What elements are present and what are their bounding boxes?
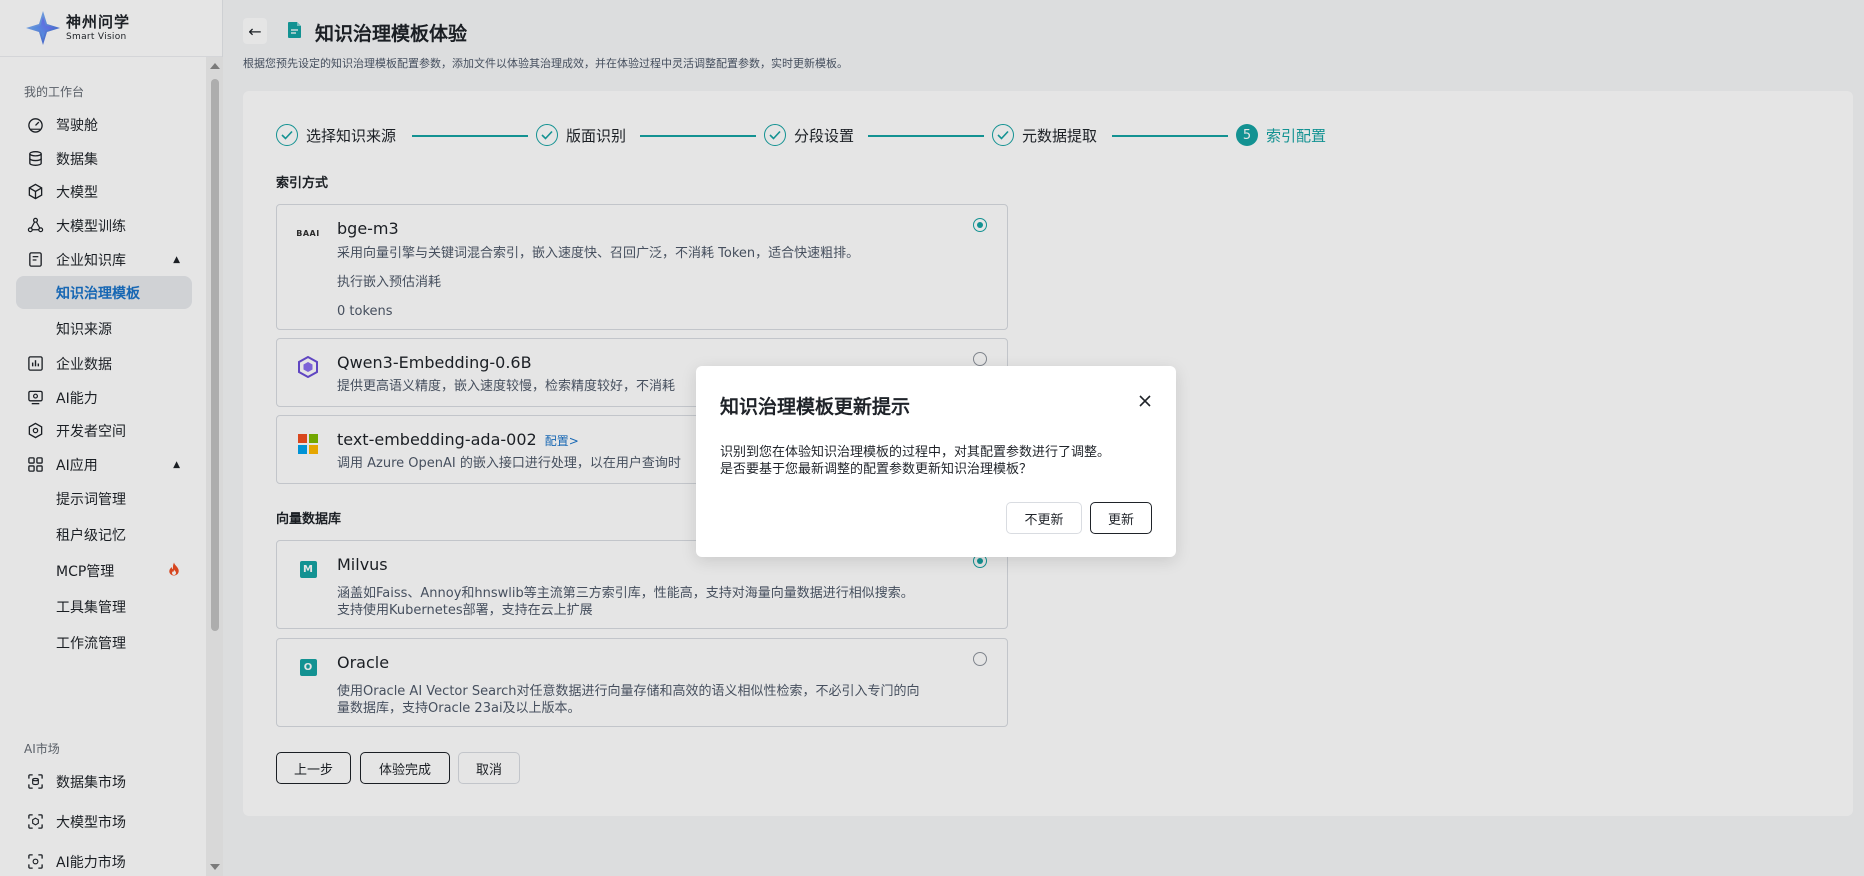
dialog-body: 识别到您在体验知识治理模板的过程中，对其配置参数进行了调整。 是否要基于您最新调…: [720, 444, 1160, 478]
dialog-confirm-button[interactable]: 更新: [1090, 502, 1152, 534]
close-icon[interactable]: [1136, 392, 1154, 410]
dialog-title: 知识治理模板更新提示: [720, 396, 911, 418]
update-template-dialog: 知识治理模板更新提示 识别到您在体验知识治理模板的过程中，对其配置参数进行了调整…: [696, 366, 1176, 557]
dialog-cancel-button[interactable]: 不更新: [1006, 502, 1082, 534]
dialog-body-line2: 是否要基于您最新调整的配置参数更新知识治理模板？: [720, 462, 1033, 477]
dialog-body-line1: 识别到您在体验知识治理模板的过程中，对其配置参数进行了调整。: [720, 445, 1111, 460]
